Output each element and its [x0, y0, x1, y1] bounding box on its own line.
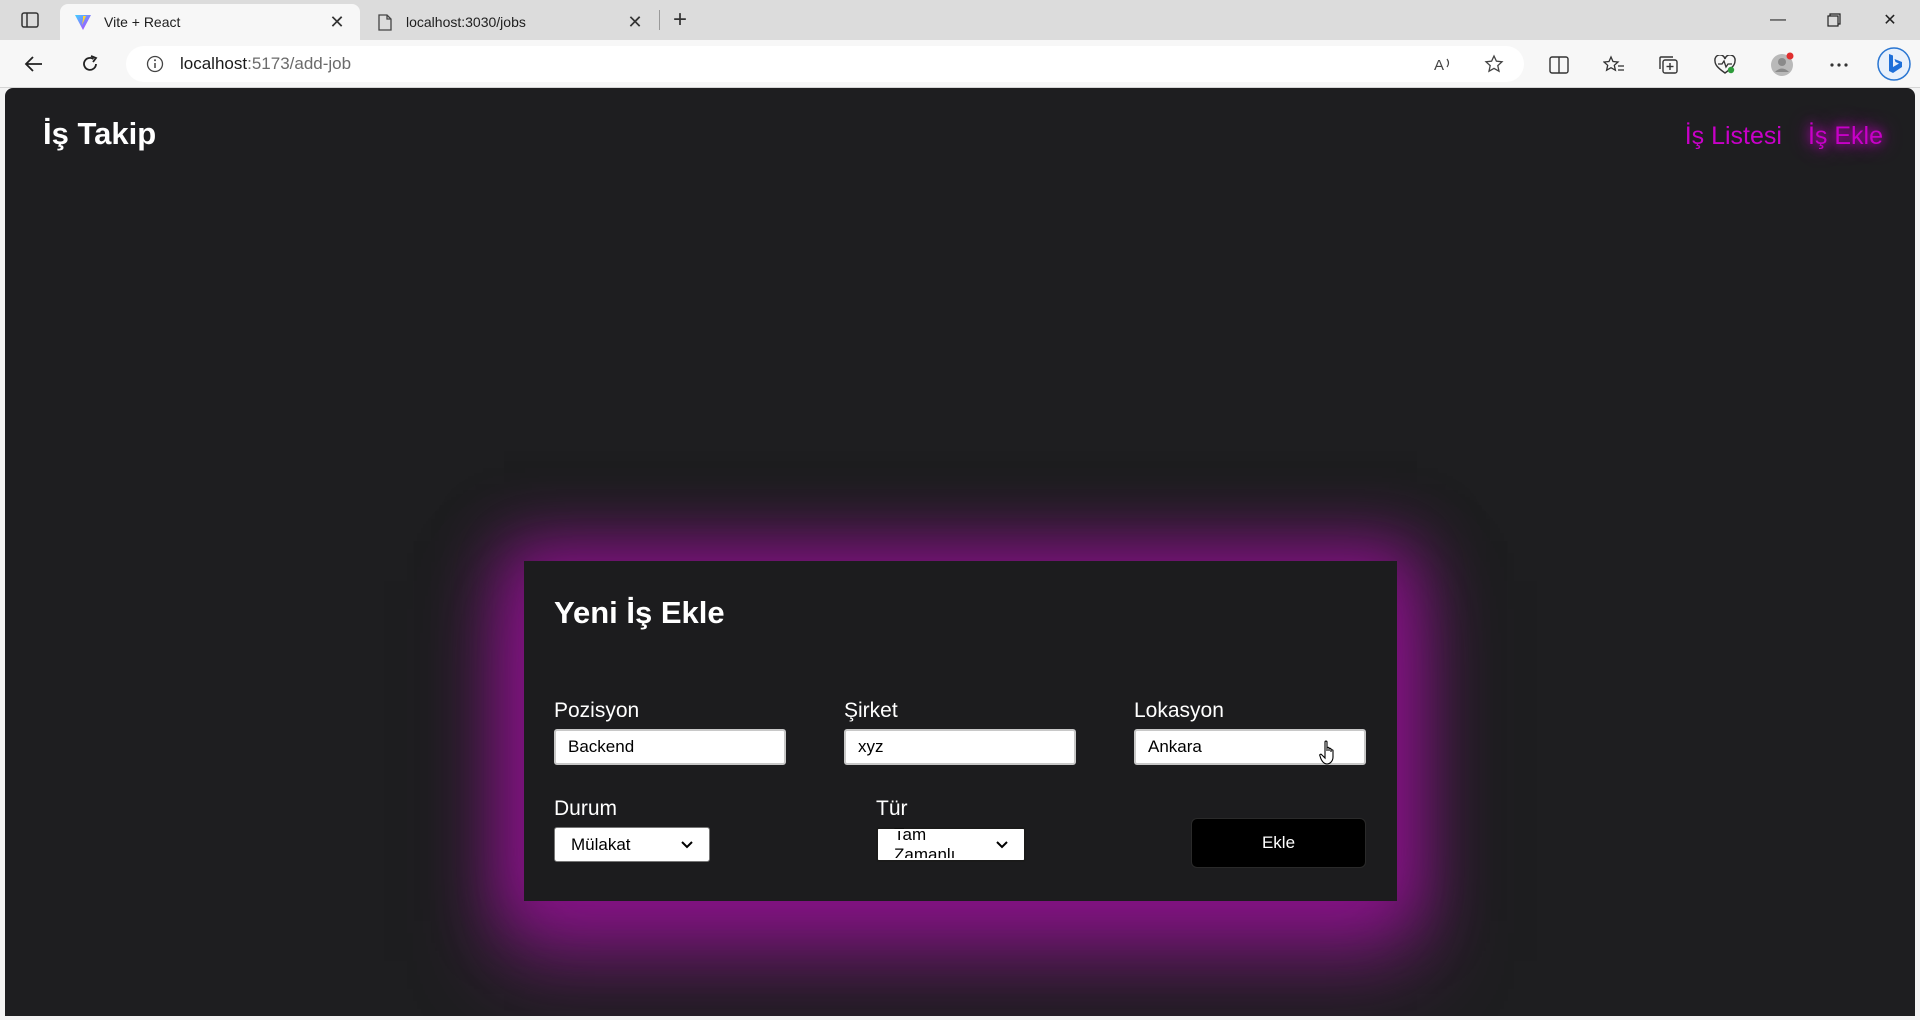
back-icon[interactable]	[18, 48, 50, 80]
page-viewport: İş Takip İş Listesi İş Ekle Yeni İş Ekle…	[5, 88, 1915, 1016]
location-label: Lokasyon	[1134, 699, 1224, 722]
position-input[interactable]	[554, 729, 786, 765]
type-select[interactable]: Tam Zamanlı	[876, 824, 1026, 864]
browser-toolbar: localhost:5173/add-job A	[0, 40, 1920, 88]
favorite-star-icon[interactable]	[1482, 52, 1506, 76]
new-tab-icon[interactable]: +	[666, 6, 694, 34]
close-window-icon[interactable]: ✕	[1862, 0, 1918, 40]
minimize-icon[interactable]: —	[1750, 0, 1806, 40]
tab-actions-icon[interactable]	[14, 8, 46, 32]
url-host: localhost	[180, 54, 248, 73]
tab-divider	[659, 10, 660, 30]
company-label: Şirket	[844, 699, 898, 722]
tab-vite-react[interactable]: Vite + React ✕	[60, 4, 360, 40]
chevron-down-icon	[681, 839, 693, 851]
tab-title: localhost:3030/jobs	[406, 14, 526, 30]
bing-copilot-icon[interactable]	[1876, 46, 1912, 82]
form-title: Yeni İş Ekle	[554, 595, 725, 630]
refresh-icon[interactable]	[74, 48, 106, 80]
restore-icon[interactable]	[1806, 0, 1862, 40]
add-job-submit-button[interactable]: Ekle	[1191, 818, 1366, 868]
address-bar[interactable]: localhost:5173/add-job A	[126, 46, 1524, 82]
status-field: Durum Mülakat	[554, 797, 710, 862]
favorites-icon[interactable]	[1601, 52, 1627, 78]
status-selected-value: Mülakat	[571, 834, 631, 854]
svg-text:A: A	[1434, 57, 1444, 72]
company-field: Şirket	[844, 699, 1076, 765]
main-nav: İş Listesi İş Ekle	[1685, 122, 1883, 151]
type-label: Tür	[876, 797, 908, 820]
nav-link-job-list[interactable]: İş Listesi	[1685, 122, 1782, 151]
url-path: :5173/add-job	[247, 54, 352, 73]
browser-tab-bar: Vite + React ✕ localhost:3030/jobs ✕ + —…	[0, 0, 1920, 40]
position-field: Pozisyon	[554, 699, 786, 765]
close-icon[interactable]: ✕	[328, 12, 346, 32]
more-menu-icon[interactable]	[1826, 52, 1852, 78]
status-select[interactable]: Mülakat	[554, 827, 710, 862]
profile-avatar-icon[interactable]	[1770, 52, 1796, 78]
browser-essentials-icon[interactable]	[1712, 52, 1738, 78]
tab-jobs[interactable]: localhost:3030/jobs ✕	[362, 4, 658, 40]
collections-icon[interactable]	[1656, 52, 1682, 78]
add-job-form: Yeni İş Ekle Pozisyon Şirket Lokasyon Du…	[524, 561, 1397, 901]
vite-icon	[74, 13, 92, 31]
tab-title: Vite + React	[104, 14, 181, 30]
company-input[interactable]	[844, 729, 1076, 765]
split-screen-icon[interactable]	[1546, 52, 1572, 78]
position-label: Pozisyon	[554, 699, 640, 722]
type-selected-value: Tam Zamanlı	[894, 824, 956, 864]
nav-link-add-job[interactable]: İş Ekle	[1808, 122, 1883, 151]
chevron-down-icon	[996, 839, 1008, 851]
brand-logo[interactable]: İş Takip	[43, 116, 156, 152]
info-icon[interactable]	[144, 53, 166, 75]
page-icon	[376, 13, 394, 31]
url-text: localhost:5173/add-job	[180, 54, 351, 74]
status-label: Durum	[554, 797, 618, 820]
type-field: Tür Tam Zamanlı	[876, 797, 1026, 864]
hand-cursor-icon	[1319, 740, 1334, 765]
close-icon[interactable]: ✕	[626, 12, 644, 32]
read-aloud-icon[interactable]: A	[1432, 52, 1456, 76]
